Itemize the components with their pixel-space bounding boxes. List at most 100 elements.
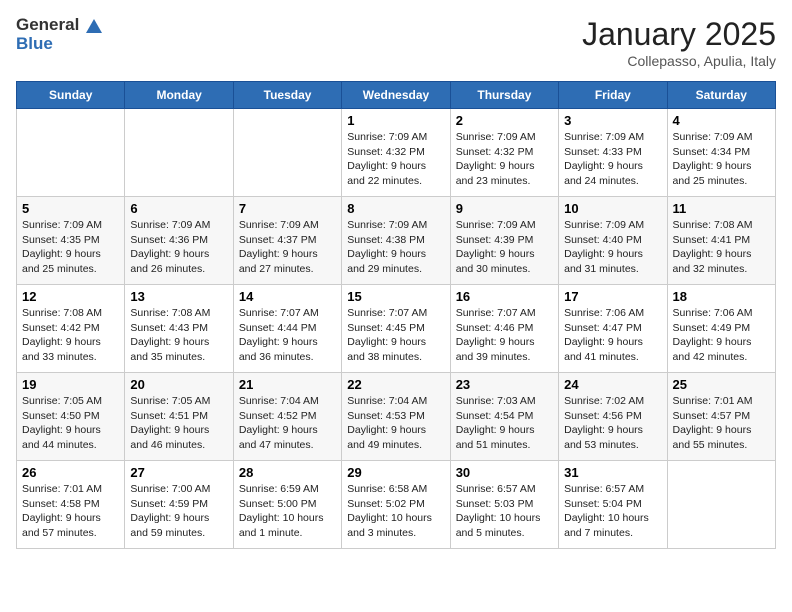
calendar-cell: 17 Sunrise: 7:06 AM Sunset: 4:47 PM Dayl… bbox=[559, 285, 667, 373]
date-number: 22 bbox=[347, 377, 444, 392]
page-header: General Blue January 2025 Collepasso, Ap… bbox=[16, 16, 776, 69]
cell-info: Sunrise: 7:05 AM Sunset: 4:50 PM Dayligh… bbox=[22, 394, 119, 453]
week-row-5: 26 Sunrise: 7:01 AM Sunset: 4:58 PM Dayl… bbox=[17, 461, 776, 549]
calendar-cell: 26 Sunrise: 7:01 AM Sunset: 4:58 PM Dayl… bbox=[17, 461, 125, 549]
calendar-table: SundayMondayTuesdayWednesdayThursdayFrid… bbox=[16, 81, 776, 549]
logo-blue: Blue bbox=[16, 34, 53, 53]
calendar-cell: 22 Sunrise: 7:04 AM Sunset: 4:53 PM Dayl… bbox=[342, 373, 450, 461]
calendar-cell: 27 Sunrise: 7:00 AM Sunset: 4:59 PM Dayl… bbox=[125, 461, 233, 549]
day-header-monday: Monday bbox=[125, 82, 233, 109]
date-number: 25 bbox=[673, 377, 770, 392]
date-number: 28 bbox=[239, 465, 336, 480]
location: Collepasso, Apulia, Italy bbox=[582, 53, 776, 69]
calendar-cell: 23 Sunrise: 7:03 AM Sunset: 4:54 PM Dayl… bbox=[450, 373, 558, 461]
calendar-cell: 12 Sunrise: 7:08 AM Sunset: 4:42 PM Dayl… bbox=[17, 285, 125, 373]
calendar-cell: 15 Sunrise: 7:07 AM Sunset: 4:45 PM Dayl… bbox=[342, 285, 450, 373]
day-header-sunday: Sunday bbox=[17, 82, 125, 109]
cell-info: Sunrise: 7:09 AM Sunset: 4:37 PM Dayligh… bbox=[239, 218, 336, 277]
cell-info: Sunrise: 7:04 AM Sunset: 4:53 PM Dayligh… bbox=[347, 394, 444, 453]
date-number: 2 bbox=[456, 113, 553, 128]
cell-info: Sunrise: 7:09 AM Sunset: 4:39 PM Dayligh… bbox=[456, 218, 553, 277]
cell-info: Sunrise: 7:06 AM Sunset: 4:47 PM Dayligh… bbox=[564, 306, 661, 365]
date-number: 11 bbox=[673, 201, 770, 216]
calendar-cell: 13 Sunrise: 7:08 AM Sunset: 4:43 PM Dayl… bbox=[125, 285, 233, 373]
cell-info: Sunrise: 7:09 AM Sunset: 4:36 PM Dayligh… bbox=[130, 218, 227, 277]
calendar-cell: 28 Sunrise: 6:59 AM Sunset: 5:00 PM Dayl… bbox=[233, 461, 341, 549]
calendar-cell bbox=[233, 109, 341, 197]
date-number: 5 bbox=[22, 201, 119, 216]
calendar-cell: 14 Sunrise: 7:07 AM Sunset: 4:44 PM Dayl… bbox=[233, 285, 341, 373]
date-number: 4 bbox=[673, 113, 770, 128]
date-number: 8 bbox=[347, 201, 444, 216]
header-row: SundayMondayTuesdayWednesdayThursdayFrid… bbox=[17, 82, 776, 109]
calendar-cell: 2 Sunrise: 7:09 AM Sunset: 4:32 PM Dayli… bbox=[450, 109, 558, 197]
date-number: 14 bbox=[239, 289, 336, 304]
date-number: 10 bbox=[564, 201, 661, 216]
date-number: 31 bbox=[564, 465, 661, 480]
date-number: 20 bbox=[130, 377, 227, 392]
cell-info: Sunrise: 7:07 AM Sunset: 4:45 PM Dayligh… bbox=[347, 306, 444, 365]
date-number: 19 bbox=[22, 377, 119, 392]
calendar-cell: 19 Sunrise: 7:05 AM Sunset: 4:50 PM Dayl… bbox=[17, 373, 125, 461]
cell-info: Sunrise: 7:09 AM Sunset: 4:32 PM Dayligh… bbox=[347, 130, 444, 189]
calendar-cell: 24 Sunrise: 7:02 AM Sunset: 4:56 PM Dayl… bbox=[559, 373, 667, 461]
date-number: 6 bbox=[130, 201, 227, 216]
date-number: 27 bbox=[130, 465, 227, 480]
cell-info: Sunrise: 7:09 AM Sunset: 4:33 PM Dayligh… bbox=[564, 130, 661, 189]
cell-info: Sunrise: 7:09 AM Sunset: 4:32 PM Dayligh… bbox=[456, 130, 553, 189]
calendar-cell: 8 Sunrise: 7:09 AM Sunset: 4:38 PM Dayli… bbox=[342, 197, 450, 285]
date-number: 23 bbox=[456, 377, 553, 392]
week-row-1: 1 Sunrise: 7:09 AM Sunset: 4:32 PM Dayli… bbox=[17, 109, 776, 197]
cell-info: Sunrise: 7:00 AM Sunset: 4:59 PM Dayligh… bbox=[130, 482, 227, 541]
cell-info: Sunrise: 7:03 AM Sunset: 4:54 PM Dayligh… bbox=[456, 394, 553, 453]
calendar-cell: 9 Sunrise: 7:09 AM Sunset: 4:39 PM Dayli… bbox=[450, 197, 558, 285]
calendar-cell: 18 Sunrise: 7:06 AM Sunset: 4:49 PM Dayl… bbox=[667, 285, 775, 373]
date-number: 16 bbox=[456, 289, 553, 304]
calendar-cell bbox=[17, 109, 125, 197]
logo: General Blue bbox=[16, 16, 102, 53]
day-header-wednesday: Wednesday bbox=[342, 82, 450, 109]
calendar-cell: 1 Sunrise: 7:09 AM Sunset: 4:32 PM Dayli… bbox=[342, 109, 450, 197]
calendar-cell: 7 Sunrise: 7:09 AM Sunset: 4:37 PM Dayli… bbox=[233, 197, 341, 285]
date-number: 21 bbox=[239, 377, 336, 392]
month-title: January 2025 bbox=[582, 16, 776, 53]
week-row-4: 19 Sunrise: 7:05 AM Sunset: 4:50 PM Dayl… bbox=[17, 373, 776, 461]
calendar-cell: 5 Sunrise: 7:09 AM Sunset: 4:35 PM Dayli… bbox=[17, 197, 125, 285]
calendar-cell: 3 Sunrise: 7:09 AM Sunset: 4:33 PM Dayli… bbox=[559, 109, 667, 197]
date-number: 1 bbox=[347, 113, 444, 128]
cell-info: Sunrise: 7:08 AM Sunset: 4:42 PM Dayligh… bbox=[22, 306, 119, 365]
day-header-thursday: Thursday bbox=[450, 82, 558, 109]
calendar-cell: 16 Sunrise: 7:07 AM Sunset: 4:46 PM Dayl… bbox=[450, 285, 558, 373]
date-number: 9 bbox=[456, 201, 553, 216]
date-number: 12 bbox=[22, 289, 119, 304]
cell-info: Sunrise: 7:04 AM Sunset: 4:52 PM Dayligh… bbox=[239, 394, 336, 453]
date-number: 18 bbox=[673, 289, 770, 304]
date-number: 24 bbox=[564, 377, 661, 392]
calendar-cell: 20 Sunrise: 7:05 AM Sunset: 4:51 PM Dayl… bbox=[125, 373, 233, 461]
week-row-3: 12 Sunrise: 7:08 AM Sunset: 4:42 PM Dayl… bbox=[17, 285, 776, 373]
calendar-cell: 31 Sunrise: 6:57 AM Sunset: 5:04 PM Dayl… bbox=[559, 461, 667, 549]
cell-info: Sunrise: 7:09 AM Sunset: 4:34 PM Dayligh… bbox=[673, 130, 770, 189]
date-number: 30 bbox=[456, 465, 553, 480]
title-block: January 2025 Collepasso, Apulia, Italy bbox=[582, 16, 776, 69]
cell-info: Sunrise: 7:09 AM Sunset: 4:35 PM Dayligh… bbox=[22, 218, 119, 277]
calendar-cell bbox=[125, 109, 233, 197]
day-header-saturday: Saturday bbox=[667, 82, 775, 109]
logo-general: General bbox=[16, 15, 79, 34]
week-row-2: 5 Sunrise: 7:09 AM Sunset: 4:35 PM Dayli… bbox=[17, 197, 776, 285]
cell-info: Sunrise: 7:06 AM Sunset: 4:49 PM Dayligh… bbox=[673, 306, 770, 365]
calendar-cell: 4 Sunrise: 7:09 AM Sunset: 4:34 PM Dayli… bbox=[667, 109, 775, 197]
date-number: 29 bbox=[347, 465, 444, 480]
date-number: 13 bbox=[130, 289, 227, 304]
date-number: 3 bbox=[564, 113, 661, 128]
day-header-friday: Friday bbox=[559, 82, 667, 109]
date-number: 15 bbox=[347, 289, 444, 304]
cell-info: Sunrise: 6:57 AM Sunset: 5:03 PM Dayligh… bbox=[456, 482, 553, 541]
cell-info: Sunrise: 7:08 AM Sunset: 4:41 PM Dayligh… bbox=[673, 218, 770, 277]
calendar-cell: 29 Sunrise: 6:58 AM Sunset: 5:02 PM Dayl… bbox=[342, 461, 450, 549]
cell-info: Sunrise: 6:58 AM Sunset: 5:02 PM Dayligh… bbox=[347, 482, 444, 541]
cell-info: Sunrise: 7:05 AM Sunset: 4:51 PM Dayligh… bbox=[130, 394, 227, 453]
date-number: 7 bbox=[239, 201, 336, 216]
date-number: 26 bbox=[22, 465, 119, 480]
calendar-cell: 11 Sunrise: 7:08 AM Sunset: 4:41 PM Dayl… bbox=[667, 197, 775, 285]
